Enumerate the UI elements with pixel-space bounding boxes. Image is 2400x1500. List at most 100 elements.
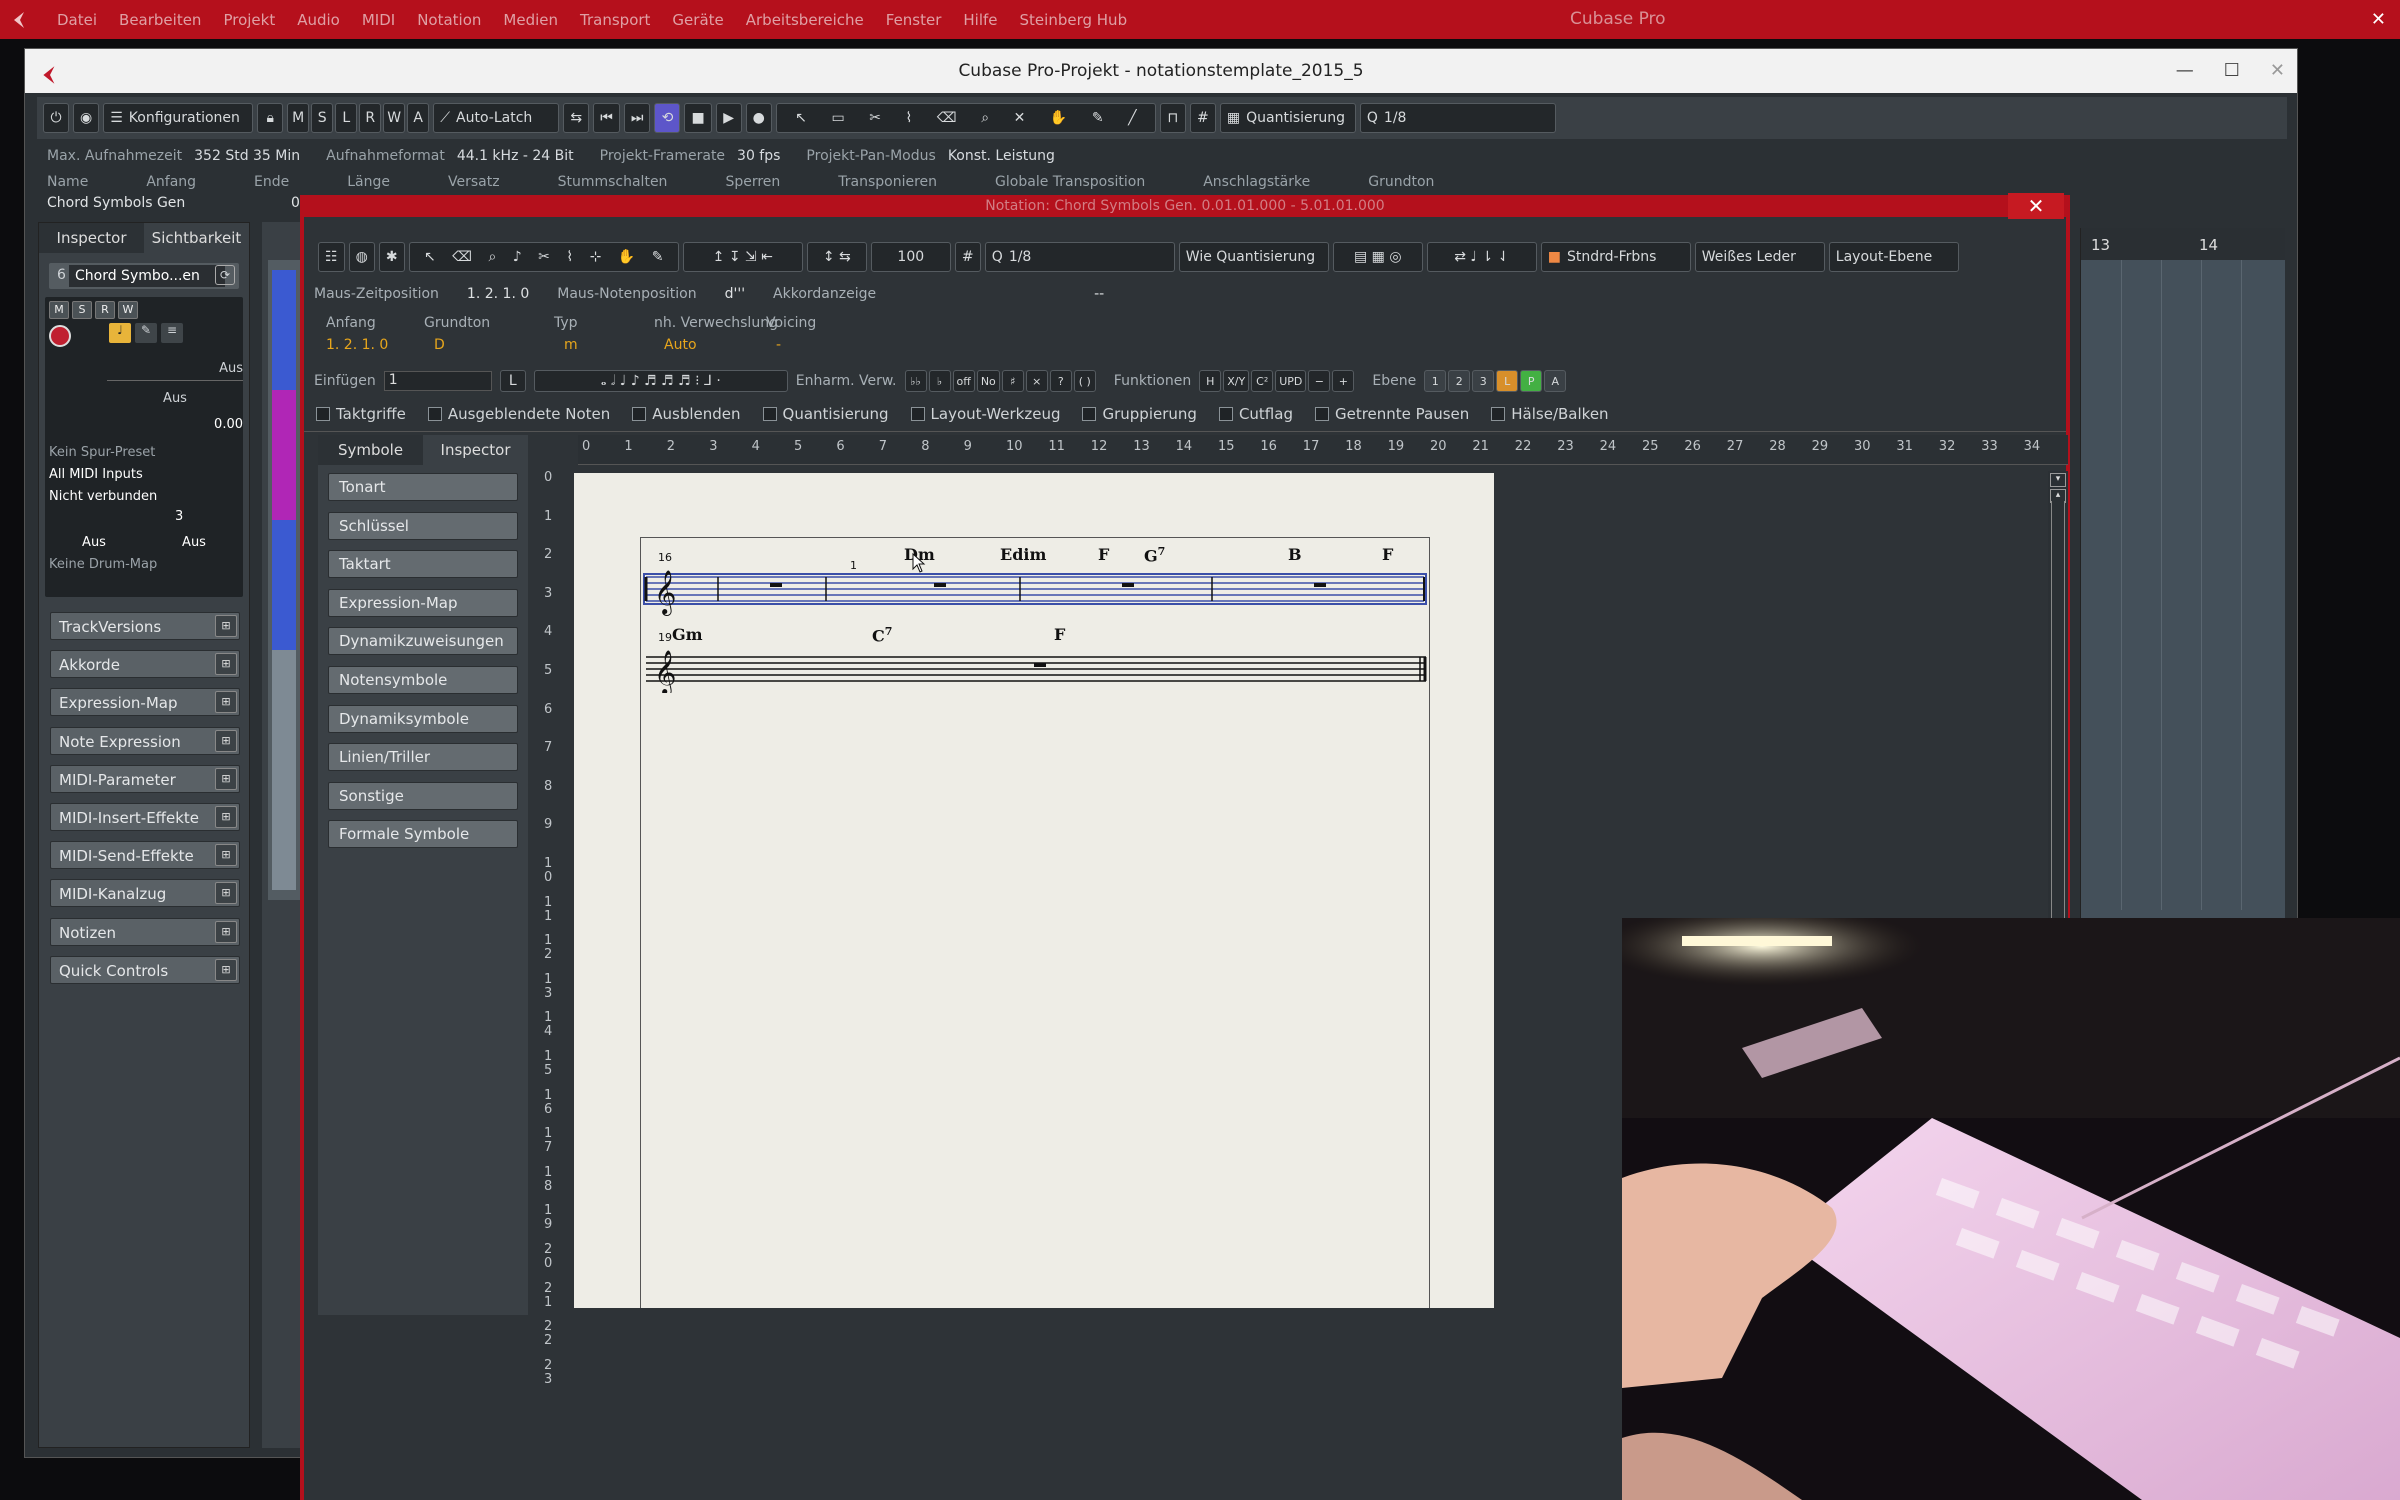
checkbox-box[interactable] [1218, 407, 1233, 421]
close-icon[interactable]: ✕ [2270, 49, 2285, 93]
column-header[interactable]: Anschlagstärke [1203, 174, 1310, 190]
section-icon[interactable]: ⊞ [215, 806, 237, 828]
section-icon[interactable]: ⊞ [215, 958, 237, 981]
tab-symbols[interactable]: Symbole [318, 435, 423, 465]
record-enable-button[interactable] [49, 325, 71, 347]
enharmonic-button[interactable]: ♭ [928, 370, 951, 392]
inspector-section[interactable]: MIDI-Parameter ⊞ [50, 764, 240, 793]
draw-tool-icon[interactable]: ✎ [1092, 110, 1104, 126]
inspector-section[interactable]: TrackVersions ⊞ [50, 612, 240, 640]
section-icon[interactable]: ⊞ [215, 729, 237, 752]
glue-tool-icon[interactable]: ⌇ [566, 249, 573, 265]
hand-tool-icon[interactable]: ✋ [618, 249, 635, 265]
function-button[interactable]: X/Y [1223, 370, 1250, 392]
go-to-end-button[interactable]: ⏭ [623, 103, 651, 133]
checkbox-box[interactable] [1082, 407, 1097, 421]
column-header[interactable]: Ende [254, 174, 289, 190]
chord-symbol[interactable]: F [1054, 625, 1065, 644]
l-button[interactable]: L [499, 370, 526, 392]
cut-tool-icon[interactable]: ✂ [538, 249, 550, 265]
chord-symbol[interactable]: C7 [872, 625, 892, 645]
grid-icon[interactable]: # [1189, 103, 1216, 133]
line-tool-icon[interactable]: ╱ [1128, 110, 1136, 126]
symbol-palette-button[interactable]: Formale Symbole [328, 820, 518, 849]
note-values-buttons[interactable]: 𝅝 𝅗𝅥 ♩ ♪ ♬ ♬ ♬ ⁝ ⅃ · [533, 370, 788, 392]
volume-value[interactable]: 0.00 [107, 417, 243, 432]
menu-item[interactable]: Steinberg Hub [1009, 11, 1139, 29]
enharmonic-button[interactable]: No [976, 370, 1000, 392]
menu-item[interactable]: Medien [492, 11, 569, 29]
layout-icon[interactable]: ☷ [318, 242, 345, 272]
go-to-start-button[interactable]: ⏮ [593, 103, 620, 133]
enharmonic-button[interactable]: ♯ [1001, 370, 1024, 392]
checkbox-box[interactable] [632, 407, 647, 421]
cycle-button[interactable]: ⟲ [654, 103, 681, 133]
hand-tool-icon[interactable]: ✋ [1050, 110, 1067, 126]
state-button[interactable]: A [407, 103, 430, 133]
chord-symbol[interactable]: B [1288, 545, 1302, 564]
tab-inspector[interactable]: Inspector [423, 435, 528, 465]
tool-palette[interactable]: ↖ ▭ ✂ ⌇ ⌫ ⌕ ✕ ✋ ✎ ╱ [775, 103, 1156, 133]
info-value[interactable]: Auto [664, 337, 697, 353]
staff-system-2[interactable]: 𝄞 [646, 650, 1427, 693]
pen-tool-icon[interactable]: ✎ [652, 249, 664, 265]
function-button[interactable]: − [1308, 370, 1331, 392]
symbol-palette-button[interactable]: Linien/Triller [328, 743, 518, 772]
layer-button[interactable]: A [1544, 370, 1567, 392]
symbol-palette-button[interactable]: Notensymbole [328, 666, 518, 694]
minimize-icon[interactable]: — [2176, 49, 2194, 93]
state-button[interactable]: R [359, 103, 382, 133]
program-select[interactable]: Aus [149, 535, 239, 550]
state-button[interactable]: M [287, 103, 310, 133]
state-button[interactable]: L [335, 103, 358, 133]
insert-voice-field[interactable]: 1 [383, 371, 492, 391]
arrange-ruler[interactable]: 13 14 [2081, 228, 2285, 260]
record-button[interactable]: ● [745, 103, 772, 133]
lock-icon[interactable]: 🔒︎ [257, 103, 284, 133]
midi-input[interactable]: All MIDI Inputs [49, 467, 243, 482]
column-header[interactable]: Stummschalten [558, 174, 668, 190]
background-select[interactable]: Weißes Leder [1694, 242, 1825, 272]
filter-checkbox[interactable]: Layout-Werkzeug [910, 405, 1060, 423]
refresh-icon[interactable]: ⟳ [215, 265, 235, 285]
filter-checkbox[interactable]: Getrennte Pausen [1314, 405, 1469, 423]
eq-icon[interactable]: ≡ [161, 323, 183, 343]
midi-buttons[interactable]: ⇄ ♩ ⇂ ⇃ [1426, 242, 1537, 272]
zoom-tool-icon[interactable]: ⌕ [488, 249, 496, 265]
chord-symbol[interactable]: Gm [672, 625, 703, 644]
display-buttons[interactable]: ▤ ▦ ◎ [1332, 242, 1423, 272]
automation-mode-select[interactable]: ⟋ Auto-Latch [433, 103, 560, 133]
bar-ruler[interactable]: 0 1 2 3 4 5 6 7 8 9 10 11 12 13 14 15 16 17 18 19 20 21 22 23 24… [578, 435, 2068, 465]
menu-item[interactable]: MIDI [351, 11, 406, 29]
inspector-section[interactable]: MIDI-Kanalzug ⊞ [50, 879, 240, 908]
score-page[interactable]: 𝄞 𝄞 16 1 Dm Edim F G7 B F 19 Gm C7 F [574, 473, 1494, 1308]
filter-checkbox[interactable]: Cutflag [1218, 405, 1293, 423]
stop-button[interactable]: ■ [684, 103, 712, 133]
menu-item[interactable]: Bearbeiten [108, 11, 212, 29]
bank-select[interactable]: Aus [49, 535, 139, 550]
filter-checkbox[interactable]: Gruppierung [1082, 405, 1197, 423]
enharmonic-button[interactable]: × [1025, 370, 1048, 392]
section-icon[interactable]: ⊞ [215, 920, 237, 943]
layout-tool-icon[interactable]: ⊹ [590, 249, 602, 265]
grid-icon[interactable]: # [954, 242, 981, 272]
quantize-select[interactable]: Q 1/8 [984, 242, 1175, 272]
scroll-down-icon[interactable]: ▾ [2050, 473, 2066, 487]
checkbox-box[interactable] [1314, 407, 1329, 421]
glue-tool-icon[interactable]: ⌇ [906, 110, 913, 126]
column-header[interactable]: Name [47, 174, 88, 190]
note-tool-icon[interactable]: ♪ [513, 249, 522, 265]
grid-type-select[interactable]: ▦ Quantisierung [1219, 103, 1356, 133]
section-icon[interactable]: ⊞ [215, 882, 237, 905]
chord-symbol[interactable]: Edim [1000, 545, 1046, 564]
checkbox-box[interactable] [762, 407, 777, 421]
activate-project-button[interactable]: ⏻ [43, 103, 69, 133]
track-state-button[interactable]: S [72, 301, 92, 319]
nudge-button[interactable]: ⇆ [563, 103, 590, 133]
zoom-select[interactable]: 100 [870, 242, 951, 272]
track-state-button[interactable]: M [49, 301, 69, 319]
snap-buttons[interactable]: ↕ ⇆ [806, 242, 867, 272]
configurations-button[interactable]: ☰ Konfigurationen [103, 103, 254, 133]
track-state-button[interactable]: W [118, 301, 138, 319]
split-tool-icon[interactable]: ✂ [869, 110, 881, 126]
